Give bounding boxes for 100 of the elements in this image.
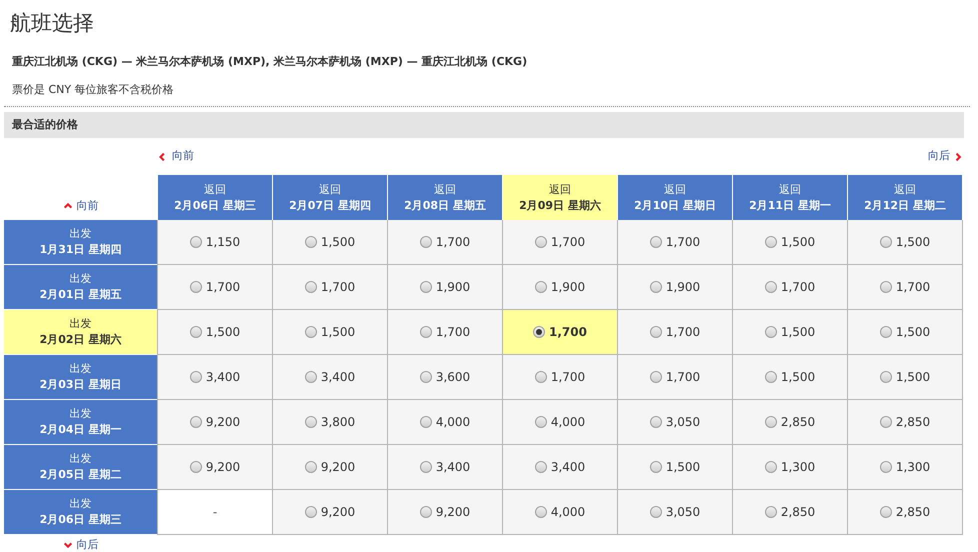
fare-radio[interactable]	[420, 326, 432, 338]
fare-radio[interactable]	[650, 281, 662, 293]
fare-radio[interactable]	[880, 416, 892, 428]
fare-radio[interactable]	[420, 416, 432, 428]
fare-radio[interactable]	[190, 281, 202, 293]
fare-cell[interactable]: 1,500	[848, 355, 963, 400]
return-date-header[interactable]: 返回 2月11日 星期一	[732, 175, 847, 220]
fare-radio[interactable]	[764, 416, 777, 428]
fare-cell[interactable]: 1,700	[618, 355, 733, 400]
fare-radio[interactable]	[880, 326, 892, 338]
fare-radio[interactable]	[650, 326, 662, 338]
fare-radio[interactable]	[190, 371, 202, 383]
return-date-header[interactable]: 返回 2月07日 星期四	[272, 175, 387, 220]
fare-cell[interactable]: 1,700	[158, 265, 273, 310]
return-date-header[interactable]: 返回 2月06日 星期三	[157, 175, 272, 220]
fare-cell[interactable]: 9,200	[158, 445, 273, 490]
fare-radio[interactable]	[650, 461, 662, 473]
fare-cell[interactable]: 1,500	[733, 310, 848, 355]
fare-radio[interactable]	[304, 326, 317, 338]
fare-radio[interactable]	[304, 281, 317, 293]
fare-cell[interactable]: 1,900	[503, 265, 618, 310]
fare-radio[interactable]	[420, 371, 432, 383]
fare-radio[interactable]	[534, 236, 547, 248]
fare-cell[interactable]: 1,500	[848, 220, 963, 265]
fare-cell[interactable]: 1,700	[503, 220, 618, 265]
fare-cell[interactable]: 3,400	[158, 355, 273, 400]
fare-cell[interactable]: 9,200	[273, 445, 388, 490]
fare-cell[interactable]: 1,700	[618, 310, 733, 355]
fare-cell[interactable]: 1,700	[388, 310, 503, 355]
fare-radio[interactable]	[190, 326, 202, 338]
fare-cell[interactable]: 1,900	[618, 265, 733, 310]
fare-radio[interactable]	[764, 236, 777, 248]
fare-radio[interactable]	[420, 236, 432, 248]
fare-cell[interactable]: 2,850	[733, 490, 848, 535]
fare-radio[interactable]	[880, 461, 892, 473]
fare-cell[interactable]: 1,300	[733, 445, 848, 490]
return-date-header[interactable]: 返回 2月09日 星期六	[502, 175, 617, 220]
fare-cell[interactable]: 3,400	[388, 445, 503, 490]
fare-cell[interactable]: 3,400	[273, 355, 388, 400]
departure-date-header[interactable]: 出发 2月04日 星期一	[4, 400, 157, 445]
fare-cell[interactable]: 1,700	[273, 265, 388, 310]
fare-cell[interactable]: 3,600	[388, 355, 503, 400]
fare-radio[interactable]	[420, 461, 432, 473]
fare-radio[interactable]	[304, 416, 317, 428]
fare-radio[interactable]	[190, 236, 202, 248]
fare-radio[interactable]	[764, 371, 777, 383]
return-date-header[interactable]: 返回 2月12日 星期二	[847, 175, 962, 220]
earlier-departure-link[interactable]: 向前	[62, 198, 98, 214]
return-date-header[interactable]: 返回 2月08日 星期五	[387, 175, 502, 220]
fare-cell[interactable]: 2,850	[733, 400, 848, 445]
fare-cell[interactable]: 1,500	[158, 310, 273, 355]
fare-cell[interactable]: 3,400	[503, 445, 618, 490]
fare-radio[interactable]	[880, 236, 892, 248]
fare-radio[interactable]	[534, 416, 547, 428]
departure-date-header[interactable]: 出发 2月05日 星期二	[4, 445, 157, 490]
fare-cell[interactable]: 1,300	[848, 445, 963, 490]
fare-radio[interactable]	[880, 371, 892, 383]
fare-cell[interactable]: 1,500	[733, 355, 848, 400]
departure-date-header[interactable]: 出发 2月03日 星期日	[4, 355, 157, 400]
later-return-link[interactable]: 向后	[928, 148, 964, 165]
fare-cell[interactable]: 1,700	[503, 310, 618, 355]
fare-radio[interactable]	[533, 326, 546, 338]
fare-cell[interactable]: 3,050	[618, 400, 733, 445]
fare-radio[interactable]	[304, 371, 317, 383]
fare-radio[interactable]	[190, 416, 202, 428]
fare-cell[interactable]: 9,200	[273, 490, 388, 535]
fare-radio[interactable]	[650, 236, 662, 248]
fare-radio[interactable]	[650, 506, 662, 518]
fare-cell[interactable]: 1,500	[733, 220, 848, 265]
fare-cell[interactable]: 1,500	[273, 310, 388, 355]
earlier-return-link[interactable]: 向前	[158, 148, 194, 165]
fare-cell[interactable]: 1,700	[618, 220, 733, 265]
fare-cell[interactable]: 1,500	[848, 310, 963, 355]
departure-date-header[interactable]: 出发 2月06日 星期三	[4, 490, 157, 535]
fare-cell[interactable]: 1,700	[848, 265, 963, 310]
departure-date-header[interactable]: 出发 2月01日 星期五	[4, 265, 157, 310]
fare-radio[interactable]	[534, 281, 547, 293]
fare-cell[interactable]: 9,200	[158, 400, 273, 445]
fare-cell[interactable]: 3,050	[618, 490, 733, 535]
departure-date-header[interactable]: 出发 2月02日 星期六	[4, 310, 157, 355]
departure-date-header[interactable]: 出发 1月31日 星期四	[4, 220, 157, 265]
fare-radio[interactable]	[764, 326, 777, 338]
fare-cell[interactable]: 2,850	[848, 490, 963, 535]
fare-radio[interactable]	[880, 281, 892, 293]
fare-radio[interactable]	[880, 506, 892, 518]
fare-radio[interactable]	[304, 236, 317, 248]
fare-radio[interactable]	[534, 506, 547, 518]
fare-cell[interactable]: 1,500	[618, 445, 733, 490]
fare-cell[interactable]: 1,500	[273, 220, 388, 265]
fare-radio[interactable]	[650, 371, 662, 383]
fare-cell[interactable]: 2,850	[848, 400, 963, 445]
fare-radio[interactable]	[420, 506, 432, 518]
fare-cell[interactable]: 9,200	[388, 490, 503, 535]
fare-cell[interactable]: 4,000	[388, 400, 503, 445]
fare-radio[interactable]	[764, 506, 777, 518]
return-date-header[interactable]: 返回 2月10日 星期日	[617, 175, 732, 220]
fare-radio[interactable]	[764, 281, 777, 293]
fare-radio[interactable]	[420, 281, 432, 293]
fare-radio[interactable]	[304, 461, 317, 473]
fare-radio[interactable]	[764, 461, 777, 473]
